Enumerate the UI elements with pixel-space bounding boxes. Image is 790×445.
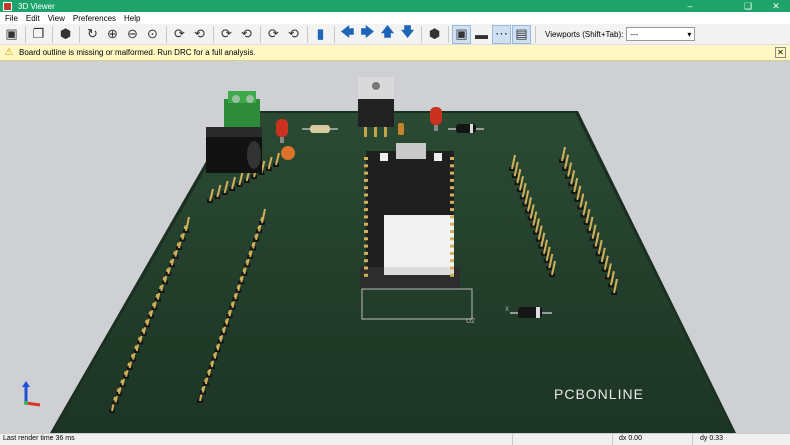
- 3d-viewport[interactable]: U2 X PCBONLINE: [0, 61, 790, 433]
- u2-ref-label: U2: [466, 318, 475, 325]
- show-tht-icon[interactable]: ▬: [472, 25, 491, 44]
- refresh-icon[interactable]: ↻: [83, 25, 102, 44]
- render-raytracing-icon[interactable]: ▣: [2, 25, 21, 44]
- menu-bar: File Edit View Preferences Help: [0, 12, 790, 24]
- menu-file[interactable]: File: [5, 14, 18, 23]
- chevron-down-icon: ▾: [687, 29, 692, 39]
- rotate-z-ccw-icon[interactable]: ⟲: [284, 25, 303, 44]
- capacitor-orange: [281, 146, 295, 160]
- pan-down-icon[interactable]: 🡇: [398, 24, 417, 44]
- zoom-fit-icon[interactable]: ⊙: [143, 25, 162, 44]
- maximize-button[interactable]: ❑: [734, 0, 762, 12]
- status-divider: [612, 434, 613, 445]
- copy-image-icon[interactable]: ❐: [29, 25, 48, 44]
- flip-board-icon[interactable]: ▮: [311, 25, 330, 44]
- toolbar-separator: [307, 25, 308, 43]
- 3d-model-icon[interactable]: ⬢: [425, 25, 444, 44]
- diode-x-label: X: [505, 307, 509, 313]
- toolbar-separator: [535, 25, 536, 43]
- minimize-button[interactable]: –: [676, 0, 704, 12]
- toolbar-separator: [166, 25, 167, 43]
- rotate-x-cw-icon[interactable]: ⟳: [170, 25, 189, 44]
- axis-gizmo: [22, 381, 41, 407]
- toolbar-separator: [213, 25, 214, 43]
- zoom-in-icon[interactable]: ⊕: [103, 25, 122, 44]
- toolbar-separator: [260, 25, 261, 43]
- toggle-ortho-icon[interactable]: ▣: [452, 24, 471, 44]
- status-bar: Last render time 36 ms dx 0.00 dy 0.33: [0, 433, 790, 445]
- capacitor-small: [398, 123, 404, 135]
- board-render: U2 X PCBONLINE: [22, 77, 736, 433]
- terminal-block: [224, 91, 260, 129]
- rotate-y-ccw-icon[interactable]: ⟲: [237, 25, 256, 44]
- pan-right-icon[interactable]: 🡆: [358, 24, 377, 44]
- toolbar-separator: [25, 25, 26, 43]
- close-window-button[interactable]: ✕: [762, 0, 790, 12]
- menu-preferences[interactable]: Preferences: [73, 14, 116, 23]
- viewports-label: Viewports (Shift+Tab):: [545, 29, 624, 39]
- show-smd-icon[interactable]: ⋯: [492, 24, 511, 44]
- dx-readout: dx 0.00: [619, 435, 642, 442]
- toolbar-separator: [52, 25, 53, 43]
- info-bar-close-icon[interactable]: ✕: [775, 47, 786, 58]
- pan-up-icon[interactable]: 🡅: [378, 24, 397, 44]
- toolbar: ▣ ❐ ⬢ ↻ ⊕ ⊖ ⊙ ⟳ ⟲ ⟳ ⟲ ⟳ ⟲ ▮ 🡄 🡆 🡅 🡇 ⬢ ▣ …: [0, 24, 790, 45]
- zoom-out-icon[interactable]: ⊖: [123, 25, 142, 44]
- menu-help[interactable]: Help: [124, 14, 140, 23]
- toolbar-separator: [334, 25, 335, 43]
- info-bar-message: Board outline is missing or malformed. R…: [19, 48, 256, 57]
- pan-left-icon[interactable]: 🡄: [338, 24, 357, 44]
- status-divider: [512, 434, 513, 445]
- viewports-select-value: ---: [630, 29, 639, 39]
- esp32-module: [360, 143, 460, 289]
- title-bar: 3D Viewer – ❑ ✕: [0, 0, 790, 12]
- rotate-x-ccw-icon[interactable]: ⟲: [190, 25, 209, 44]
- menu-edit[interactable]: Edit: [26, 14, 40, 23]
- render-time-text: Last render time 36 ms: [3, 435, 75, 442]
- toolbar-separator: [448, 25, 449, 43]
- toolbar-separator: [421, 25, 422, 43]
- show-virtual-icon[interactable]: ▤: [512, 24, 531, 44]
- dy-readout: dy 0.33: [700, 435, 723, 442]
- rotate-y-cw-icon[interactable]: ⟳: [217, 25, 236, 44]
- 3d-box-icon[interactable]: ⬢: [56, 25, 75, 44]
- status-divider: [692, 434, 693, 445]
- window-title: 3D Viewer: [18, 1, 55, 11]
- info-bar: ⚠ Board outline is missing or malformed.…: [0, 45, 790, 61]
- warning-icon: ⚠: [4, 47, 14, 58]
- dc-jack: [206, 127, 262, 173]
- rotate-z-cw-icon[interactable]: ⟳: [264, 25, 283, 44]
- toolbar-separator: [79, 25, 80, 43]
- silkscreen-pcbonline: PCBONLINE: [554, 386, 644, 402]
- app-icon: [3, 1, 12, 11]
- menu-view[interactable]: View: [48, 14, 65, 23]
- viewports-select[interactable]: --- ▾: [626, 27, 696, 41]
